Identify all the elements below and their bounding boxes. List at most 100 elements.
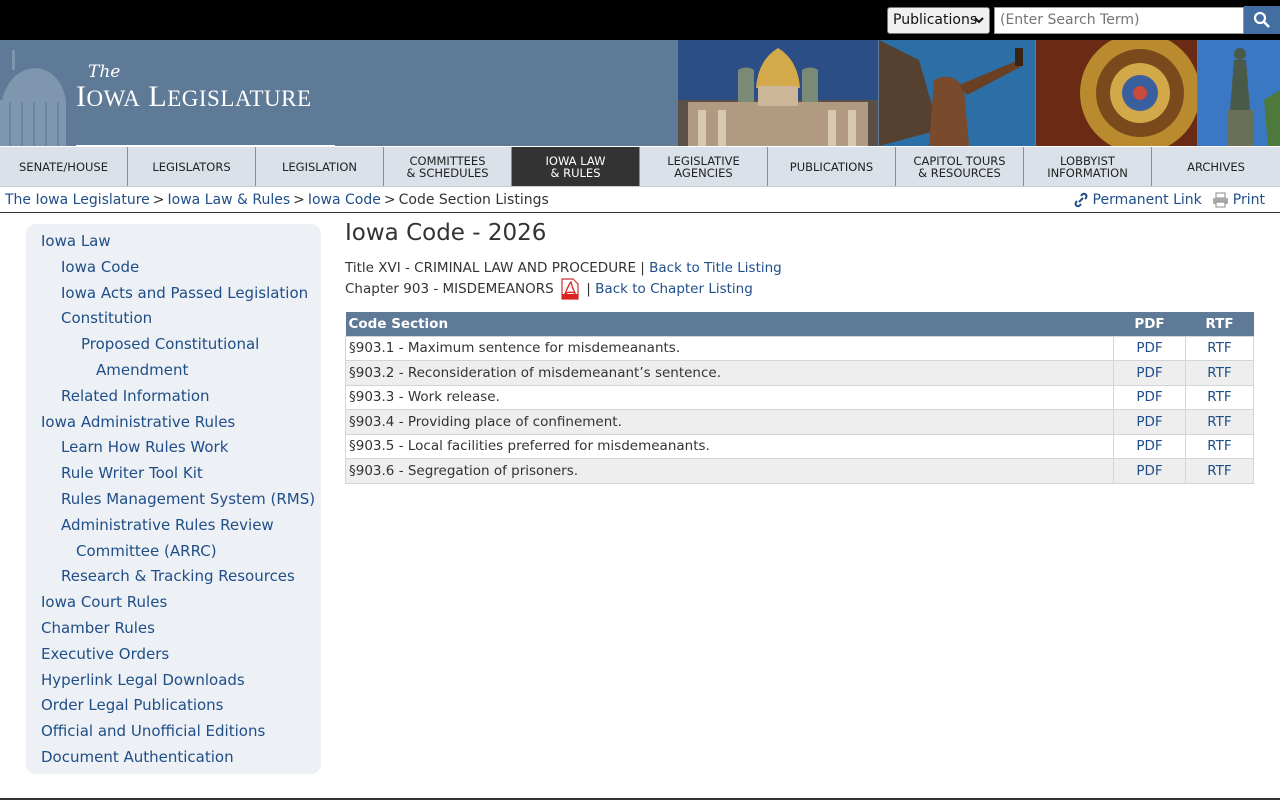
capitol-building-photo — [678, 40, 878, 146]
nav-committees-schedules[interactable]: Committees & Schedules — [384, 147, 512, 186]
sidebar-item-editions[interactable]: Official and Unofficial Editions — [26, 719, 321, 745]
pdf-link[interactable]: PDF — [1136, 340, 1162, 356]
code-section-cell: §903.1 - Maximum sentence for misdemeana… — [345, 335, 1114, 361]
sidebar-item-proposed-amendment-cont[interactable]: Amendment — [26, 358, 321, 384]
search-input[interactable]: (Enter Search Term) — [994, 6, 1244, 34]
sidebar-item-document-authentication[interactable]: Document Authentication — [26, 745, 321, 771]
sidebar-item-hyperlink-downloads[interactable]: Hyperlink Legal Downloads — [26, 668, 321, 694]
pdf-icon[interactable] — [561, 278, 579, 300]
chapter-line: Chapter 903 - MISDEMEANORS | Back to Cha… — [345, 278, 1255, 300]
search-area: Publications (Enter Search Term) — [887, 6, 1280, 34]
column-header-pdf: PDF — [1113, 312, 1186, 336]
search-placeholder: (Enter Search Term) — [1000, 12, 1140, 28]
table-row: §903.3 - Work release. PDF RTF — [345, 384, 1254, 410]
breadcrumb-current: Code Section Listings — [398, 191, 549, 208]
site-banner: The IOWA LEGISLATURE — [0, 40, 1280, 146]
sidebar-nav: Iowa Law Iowa Code Iowa Acts and Passed … — [26, 224, 321, 774]
sidebar-item-rule-writer[interactable]: Rule Writer Tool Kit — [26, 461, 321, 487]
table-header-row: Code Section PDF RTF — [345, 312, 1254, 336]
code-section-table: Code Section PDF RTF §903.1 - Maximum se… — [345, 312, 1254, 484]
page-title: Iowa Code - 2026 — [345, 220, 547, 246]
pdf-link[interactable]: PDF — [1136, 438, 1162, 454]
sidebar-item-constitution[interactable]: Constitution — [26, 306, 321, 332]
sidebar-item-chamber-rules[interactable]: Chamber Rules — [26, 616, 321, 642]
nav-lobbyist-information[interactable]: Lobbyist Information — [1024, 147, 1152, 186]
nav-legislators[interactable]: Legislators — [128, 147, 256, 186]
rtf-link[interactable]: RTF — [1207, 414, 1231, 430]
sidebar-item-admin-rules[interactable]: Iowa Administrative Rules — [26, 410, 321, 436]
sidebar-item-learn-rules[interactable]: Learn How Rules Work — [26, 435, 321, 461]
brand-word-1: OWA — [86, 86, 141, 111]
sidebar-item-related-information[interactable]: Related Information — [26, 384, 321, 410]
main-nav: Senate/House Legislators Legislation Com… — [0, 146, 1280, 187]
page-tools: Permanent Link Print — [1073, 192, 1275, 208]
sidebar-item-arrc[interactable]: Administrative Rules Review — [26, 513, 321, 539]
back-to-title-link[interactable]: Back to Title Listing — [649, 260, 782, 276]
nav-archives[interactable]: Archives — [1152, 147, 1280, 186]
nav-iowa-law-rules[interactable]: Iowa Law & Rules — [512, 147, 640, 186]
nav-capitol-tours[interactable]: Capitol Tours & Resources — [896, 147, 1024, 186]
breadcrumb-link-iowa-code[interactable]: Iowa Code — [308, 192, 381, 208]
sidebar-item-rms[interactable]: Rules Management System (RMS) — [26, 487, 321, 513]
pipe-separator: | — [640, 260, 645, 276]
table-row: §903.4 - Providing place of confinement.… — [345, 409, 1254, 435]
column-statue-photo — [1198, 40, 1280, 146]
back-to-chapter-link[interactable]: Back to Chapter Listing — [595, 281, 753, 297]
sidebar-item-iowa-code[interactable]: Iowa Code — [26, 255, 321, 281]
table-row: §903.2 - Reconsideration of misdemeanant… — [345, 360, 1254, 386]
permanent-link[interactable]: Permanent Link — [1073, 192, 1202, 208]
column-header-rtf: RTF — [1185, 312, 1254, 336]
pdf-link[interactable]: PDF — [1136, 365, 1162, 381]
rtf-link[interactable]: RTF — [1207, 463, 1231, 479]
nav-legislative-agencies[interactable]: Legislative Agencies — [640, 147, 768, 186]
sidebar-item-proposed-amendment[interactable]: Proposed Constitutional — [26, 332, 321, 358]
title-meta: Title XVI - CRIMINAL LAW AND PROCEDURE |… — [345, 258, 1255, 300]
rtf-link[interactable]: RTF — [1207, 389, 1231, 405]
rtf-link[interactable]: RTF — [1207, 365, 1231, 381]
brand-initial-2: L — [148, 80, 168, 113]
breadcrumb-link-law-rules[interactable]: Iowa Law & Rules — [168, 192, 291, 208]
title-text: Title XVI - CRIMINAL LAW AND PROCEDURE — [345, 260, 636, 276]
chapter-text: Chapter 903 - MISDEMEANORS — [345, 281, 554, 297]
search-scope-select[interactable]: Publications — [887, 6, 990, 34]
code-section-cell: §903.4 - Providing place of confinement. — [345, 409, 1114, 435]
nav-senate-house[interactable]: Senate/House — [0, 147, 128, 186]
main-content: Iowa Code - 2026 Title XVI - CRIMINAL LA… — [345, 220, 1255, 484]
breadcrumb-separator: > — [293, 191, 305, 208]
search-icon — [1253, 11, 1270, 28]
sidebar-item-iowa-acts[interactable]: Iowa Acts and Passed Legislation — [26, 281, 321, 307]
pdf-link[interactable]: PDF — [1136, 389, 1162, 405]
pdf-link[interactable]: PDF — [1136, 463, 1162, 479]
code-section-cell: §903.6 - Segregation of prisoners. — [345, 458, 1114, 484]
sidebar-item-arrc-cont[interactable]: Committee (ARRC) — [26, 539, 321, 565]
column-header-code-section: Code Section — [345, 312, 1114, 336]
permanent-link-label: Permanent Link — [1092, 191, 1202, 208]
breadcrumb: The Iowa Legislature > Iowa Law & Rules > Io… — [5, 192, 549, 208]
sidebar-item-research-tracking[interactable]: Research & Tracking Resources — [26, 564, 321, 590]
site-logo-text[interactable]: IOWA LEGISLATURE — [76, 80, 312, 114]
code-section-cell: §903.5 - Local facilities preferred for … — [345, 433, 1114, 459]
sidebar-item-iowa-law[interactable]: Iowa Law — [26, 229, 321, 255]
chevron-down-icon — [974, 16, 984, 23]
pipe-separator: | — [586, 281, 591, 297]
rotunda-ceiling-photo — [1036, 40, 1197, 146]
breadcrumb-link-home[interactable]: The Iowa Legislature — [5, 192, 150, 208]
nav-publications[interactable]: Publications — [768, 147, 896, 186]
search-scope-value: Publications — [893, 12, 978, 28]
breadcrumb-bar: The Iowa Legislature > Iowa Law & Rules > Io… — [0, 187, 1280, 213]
search-button[interactable] — [1244, 6, 1280, 34]
sidebar-item-order-publications[interactable]: Order Legal Publications — [26, 693, 321, 719]
table-row: §903.6 - Segregation of prisoners. PDF R… — [345, 458, 1254, 484]
rtf-link[interactable]: RTF — [1207, 438, 1231, 454]
table-row: §903.5 - Local facilities preferred for … — [345, 433, 1254, 459]
sidebar-item-executive-orders[interactable]: Executive Orders — [26, 642, 321, 668]
pdf-link[interactable]: PDF — [1136, 414, 1162, 430]
title-line: Title XVI - CRIMINAL LAW AND PROCEDURE |… — [345, 258, 1255, 278]
capitol-dome-graphic — [0, 50, 66, 146]
rtf-link[interactable]: RTF — [1207, 340, 1231, 356]
nav-legislation[interactable]: Legislation — [256, 147, 384, 186]
print-link[interactable]: Print — [1212, 192, 1265, 208]
code-section-cell: §903.3 - Work release. — [345, 384, 1114, 410]
sidebar-item-court-rules[interactable]: Iowa Court Rules — [26, 590, 321, 616]
brand-word-2: EGISLATURE — [167, 86, 312, 111]
